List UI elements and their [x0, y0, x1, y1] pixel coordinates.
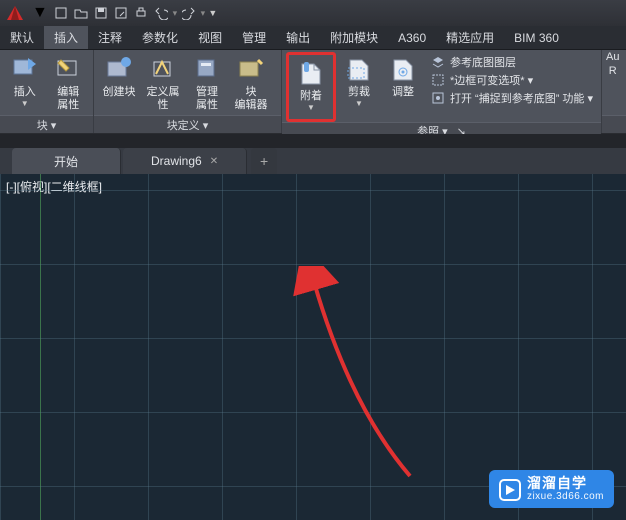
block-editor-button[interactable]: 块 编辑器: [230, 52, 272, 114]
edit-attr-label: 编辑 属性: [57, 86, 79, 112]
app-logo[interactable]: [4, 3, 28, 23]
qat-sep-icon: ▾: [172, 4, 178, 22]
drawing-canvas[interactable]: [-][俯视][二维线框] 溜溜自学 zixue.3d66.com: [0, 174, 626, 520]
new-icon[interactable]: [52, 4, 70, 22]
tab-parametric[interactable]: 参数化: [132, 26, 188, 49]
watermark-brand: 溜溜自学: [527, 476, 604, 490]
adjust-icon: [388, 54, 418, 84]
define-attr-icon: [148, 54, 178, 84]
layers-icon: [430, 54, 446, 70]
block-editor-icon: [236, 54, 266, 84]
ribbon-gap: [0, 134, 626, 148]
chevron-down-icon: ▼: [14, 97, 36, 110]
clip-button[interactable]: 剪裁▼: [338, 52, 380, 114]
qat-sep2-icon: ▾: [200, 4, 206, 22]
doctab-new[interactable]: +: [251, 148, 277, 174]
create-block-label: 创建块: [102, 86, 135, 99]
attach-icon: [296, 58, 326, 88]
watermark-sub: zixue.3d66.com: [527, 490, 604, 504]
undo-icon[interactable]: [152, 4, 170, 22]
panel-autodesk: Au R: [602, 50, 626, 133]
tab-output[interactable]: 输出: [276, 26, 320, 49]
tab-bim360[interactable]: BIM 360: [504, 26, 569, 49]
snap-icon: [430, 90, 446, 106]
ribbon-tabs: 默认 插入 注释 参数化 视图 管理 输出 附加模块 A360 精选应用 BIM…: [0, 26, 626, 50]
clip-icon: [344, 54, 374, 84]
tab-manage[interactable]: 管理: [232, 26, 276, 49]
define-attr-label: 定义属性: [142, 86, 184, 112]
panel-blockdef: 创建块 定义属性 管理 属性 块 编辑器 块定义 ▾: [94, 50, 282, 133]
doctab-home[interactable]: 开始: [12, 148, 121, 174]
tab-insert[interactable]: 插入: [44, 26, 88, 49]
frame-vary-button[interactable]: *边框可变选项* ▾: [430, 72, 593, 88]
print-icon[interactable]: [132, 4, 150, 22]
document-tabs: 开始 Drawing6 ✕ +: [0, 148, 626, 174]
saveas-icon[interactable]: [112, 4, 130, 22]
qat-customize-icon[interactable]: ▼: [208, 8, 218, 18]
edit-attr-button[interactable]: 编辑 属性: [47, 52, 88, 114]
tab-annotate[interactable]: 注释: [88, 26, 132, 49]
panel-block: 插入▼ 编辑 属性 块 ▾: [0, 50, 94, 133]
insert-block-button[interactable]: 插入▼: [4, 52, 45, 114]
ribbon: 插入▼ 编辑 属性 块 ▾ 创建块 定义属性: [0, 50, 626, 134]
manage-attr-icon: [192, 54, 222, 84]
underlay-layers-button[interactable]: 参考底图图层: [430, 54, 593, 70]
app-menu-dropdown-icon[interactable]: ▼: [32, 4, 48, 22]
attach-button[interactable]: 附着▼: [290, 56, 332, 118]
tab-view[interactable]: 视图: [188, 26, 232, 49]
insert-block-icon: [10, 54, 40, 84]
grid: [0, 174, 626, 520]
create-block-icon: [104, 54, 134, 84]
manage-attr-label: 管理 属性: [196, 86, 218, 112]
chevron-down-icon: ▼: [348, 97, 370, 110]
chevron-down-icon: ▼: [300, 101, 322, 114]
open-icon[interactable]: [72, 4, 90, 22]
define-attr-button[interactable]: 定义属性: [142, 52, 184, 114]
adjust-button[interactable]: 调整: [382, 52, 424, 114]
redo-icon[interactable]: [180, 4, 198, 22]
doctab-drawing6[interactable]: Drawing6 ✕: [123, 148, 247, 174]
panel-blockdef-title[interactable]: 块定义 ▾: [94, 115, 281, 133]
quick-access-toolbar: ▾ ▾ ▼: [52, 4, 218, 22]
tab-addins[interactable]: 附加模块: [320, 26, 388, 49]
autodesk-button[interactable]: Au R: [602, 50, 623, 78]
play-icon: [499, 479, 521, 501]
edit-attr-icon: [53, 54, 83, 84]
tab-featured[interactable]: 精选应用: [436, 26, 504, 49]
frame-icon: [430, 72, 446, 88]
save-icon[interactable]: [92, 4, 110, 22]
tab-default[interactable]: 默认: [0, 26, 44, 49]
watermark-badge: 溜溜自学 zixue.3d66.com: [489, 470, 614, 508]
app-window: ▼ ▾ ▾ ▼ 默认 插入 注释 参数化 视图 管理 输出 附加模块 A360 …: [0, 0, 626, 520]
panel-block-title[interactable]: 块 ▾: [0, 115, 93, 133]
close-icon[interactable]: ✕: [210, 156, 218, 167]
reference-options: 参考底图图层 *边框可变选项* ▾ 打开 “捕捉到参考底图” 功能 ▾: [426, 52, 597, 108]
adjust-label: 调整: [392, 86, 414, 99]
panel-reference: 附着▼ 剪裁▼ 调整 参考底图图层: [282, 50, 602, 133]
plus-icon: +: [260, 153, 268, 169]
snap-underlay-button[interactable]: 打开 “捕捉到参考底图” 功能 ▾: [430, 90, 593, 106]
titlebar: ▼ ▾ ▾ ▼: [0, 0, 626, 26]
attach-highlight: 附着▼: [286, 52, 336, 122]
block-editor-label: 块 编辑器: [234, 86, 267, 112]
manage-attr-button[interactable]: 管理 属性: [186, 52, 228, 114]
create-block-button[interactable]: 创建块: [98, 52, 140, 114]
tab-a360[interactable]: A360: [388, 26, 436, 49]
